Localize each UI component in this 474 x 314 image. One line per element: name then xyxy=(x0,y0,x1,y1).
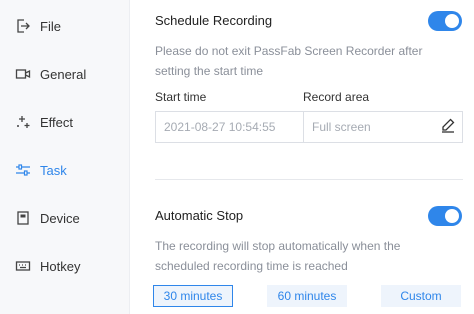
record-area-label: Record area xyxy=(303,90,370,104)
sidebar-item-file[interactable]: File xyxy=(0,2,130,50)
file-export-icon xyxy=(14,17,32,35)
option-30-minutes-button[interactable]: 30 minutes xyxy=(153,285,233,307)
toggle-knob xyxy=(445,14,459,28)
record-area-field[interactable]: Full screen xyxy=(303,111,435,143)
option-label: 30 minutes xyxy=(163,289,223,303)
sparkle-icon xyxy=(14,113,32,131)
schedule-description-line: setting the start time xyxy=(155,64,264,78)
option-60-minutes-button[interactable]: 60 minutes xyxy=(267,285,347,307)
start-time-label: Start time xyxy=(155,90,207,104)
option-custom-button[interactable]: Custom xyxy=(381,285,461,307)
sidebar-item-label: General xyxy=(40,66,87,82)
toggle-knob xyxy=(445,209,459,223)
record-area-value: Full screen xyxy=(312,120,371,134)
keyboard-icon xyxy=(14,257,32,275)
sidebar-item-general[interactable]: General xyxy=(0,50,130,98)
sidebar-item-label: Effect xyxy=(40,114,74,130)
device-icon xyxy=(14,209,32,227)
automatic-stop-toggle[interactable] xyxy=(428,206,462,226)
start-time-field[interactable]: 2021-08-27 10:54:55 xyxy=(155,111,304,143)
schedule-description: Please do not exit PassFab Screen Record… xyxy=(155,41,455,81)
schedule-recording-toggle[interactable] xyxy=(428,11,462,31)
automatic-stop-description: The recording will stop automatically wh… xyxy=(155,236,455,276)
sidebar-item-device[interactable]: Device xyxy=(0,194,130,242)
video-camera-icon xyxy=(14,65,32,83)
settings-sidebar: File General Effect Task Device Hotkey xyxy=(0,0,130,314)
schedule-description-line: Please do not exit PassFab Screen Record… xyxy=(155,44,423,58)
option-label: Custom xyxy=(400,289,442,303)
sidebar-item-hotkey[interactable]: Hotkey xyxy=(0,242,130,290)
automatic-stop-description-line: The recording will stop automatically wh… xyxy=(155,239,401,253)
automatic-stop-title: Automatic Stop xyxy=(155,208,244,223)
sidebar-item-label: File xyxy=(40,18,61,34)
sliders-icon xyxy=(14,161,32,179)
sidebar-item-label: Hotkey xyxy=(40,258,81,274)
start-time-value: 2021-08-27 10:54:55 xyxy=(164,120,276,134)
schedule-recording-title: Schedule Recording xyxy=(155,13,273,28)
section-divider xyxy=(155,179,463,180)
automatic-stop-description-line: scheduled recording time is reached xyxy=(155,259,348,273)
task-settings-panel: Schedule Recording Please do not exit Pa… xyxy=(131,0,474,314)
sidebar-item-task[interactable]: Task xyxy=(0,146,130,194)
pencil-icon xyxy=(440,117,456,138)
sidebar-item-label: Device xyxy=(40,210,80,226)
edit-record-area-button[interactable] xyxy=(434,111,463,143)
option-label: 60 minutes xyxy=(277,289,337,303)
sidebar-item-label: Task xyxy=(40,162,67,178)
sidebar-item-effect[interactable]: Effect xyxy=(0,98,130,146)
